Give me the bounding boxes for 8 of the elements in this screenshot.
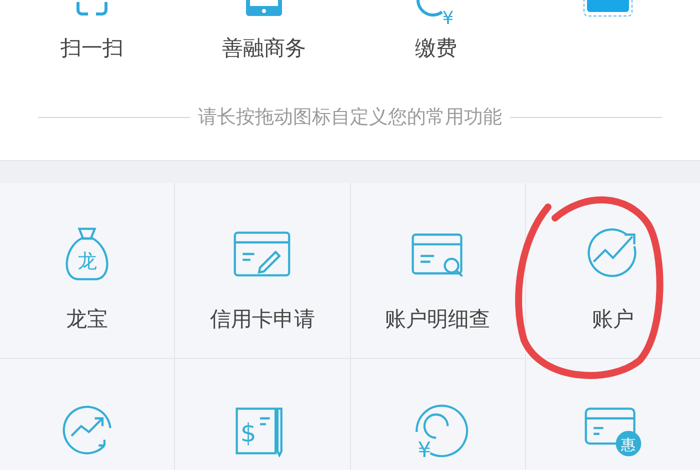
function-tile[interactable]: 账户 [526,183,700,358]
shortcut-label[interactable]: 扫一扫 [60,34,124,62]
function-tile[interactable]: 信用卡申请 [175,183,350,358]
hint-text: 请长按拖动图标自定义您的常用功能 [198,105,502,130]
shortcut-label[interactable]: 缴费 [415,34,457,62]
function-tile[interactable]: 账户明细查 [350,183,525,358]
shortcut-label[interactable]: 善融商务 [222,34,306,62]
function-tile[interactable]: 龙 龙宝 [0,183,174,358]
